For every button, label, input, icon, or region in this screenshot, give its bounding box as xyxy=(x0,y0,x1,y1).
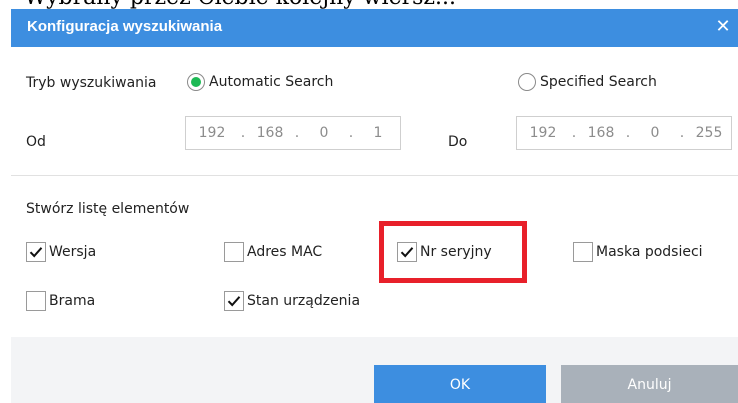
checkbox-nr-seryjny-label: Nr seryjny xyxy=(420,244,492,260)
radio-selected-dot xyxy=(191,77,201,87)
checkbox-icon xyxy=(573,242,593,262)
checkbox-icon xyxy=(224,291,244,311)
ip-octet-3: 0 xyxy=(319,125,329,141)
checkbox-wersja-label: Wersja xyxy=(49,244,97,260)
from-ip-field[interactable]: 192 . 168 . 0 . 1 xyxy=(185,116,401,150)
cropped-caption-strip: Wybrany przez Ciebie kolejny wiersz... xyxy=(0,0,738,9)
search-mode-label: Tryb wyszukiwania xyxy=(26,75,157,91)
ip-separator: . xyxy=(294,125,300,141)
dialog-titlebar: Konfiguracja wyszukiwania ✕ xyxy=(11,9,738,47)
radio-button-icon xyxy=(518,73,536,91)
ok-button[interactable]: OK xyxy=(374,365,546,403)
section-divider xyxy=(11,175,738,176)
checkbox-stan-urzadzenia-label: Stan urządzenia xyxy=(247,293,361,309)
checkbox-nr-seryjny[interactable]: Nr seryjny xyxy=(397,242,492,262)
checkbox-maska-podsieci[interactable]: Maska podsieci xyxy=(573,242,703,262)
radio-automatic-search[interactable]: Automatic Search xyxy=(187,73,333,91)
checkbox-stan-urzadzenia[interactable]: Stan urządzenia xyxy=(224,291,360,311)
checkbox-adres-mac[interactable]: Adres MAC xyxy=(224,242,322,262)
ip-octet-4: 255 xyxy=(695,125,723,141)
ip-octet-1: 192 xyxy=(529,125,557,141)
checkbox-adres-mac-label: Adres MAC xyxy=(247,244,323,260)
list-section-title: Stwórz listę elementów xyxy=(26,201,190,217)
dialog-title: Konfiguracja wyszukiwania xyxy=(27,18,223,35)
cancel-button[interactable]: Anuluj xyxy=(561,365,738,403)
cropped-caption-text: Wybrany przez Ciebie kolejny wiersz... xyxy=(24,0,456,9)
radio-specified-search-label: Specified Search xyxy=(540,74,657,90)
ip-octet-3: 0 xyxy=(650,125,660,141)
dialog-footer: OK Anuluj xyxy=(11,337,738,403)
radio-automatic-search-label: Automatic Search xyxy=(209,74,334,90)
checkbox-wersja[interactable]: Wersja xyxy=(26,242,96,262)
radio-specified-search[interactable]: Specified Search xyxy=(518,73,657,91)
ip-octet-4: 1 xyxy=(373,125,383,141)
checkbox-brama[interactable]: Brama xyxy=(26,291,95,311)
checkmark-icon xyxy=(400,247,414,258)
ip-separator: . xyxy=(625,125,631,141)
search-config-dialog: Konfiguracja wyszukiwania ✕ Tryb wyszuki… xyxy=(11,9,738,403)
ip-separator: . xyxy=(679,125,685,141)
to-label: Do xyxy=(448,134,468,150)
to-ip-field[interactable]: 192 . 168 . 0 . 255 xyxy=(516,116,732,150)
checkbox-icon xyxy=(26,291,46,311)
close-icon: ✕ xyxy=(715,16,731,37)
screen: Wybrany przez Ciebie kolejny wiersz... K… xyxy=(0,0,738,403)
checkbox-icon xyxy=(26,242,46,262)
checkmark-icon xyxy=(29,247,43,258)
from-label: Od xyxy=(26,134,46,150)
ip-separator: . xyxy=(240,125,246,141)
ip-octet-1: 192 xyxy=(198,125,226,141)
radio-button-icon xyxy=(187,73,205,91)
checkbox-icon xyxy=(397,242,417,262)
ip-separator: . xyxy=(571,125,577,141)
close-button[interactable]: ✕ xyxy=(708,9,738,47)
checkmark-icon xyxy=(227,296,241,307)
checkbox-brama-label: Brama xyxy=(49,293,96,309)
ip-octet-2: 168 xyxy=(587,125,615,141)
checkbox-maska-podsieci-label: Maska podsieci xyxy=(596,244,703,260)
checkbox-icon xyxy=(224,242,244,262)
ip-separator: . xyxy=(348,125,354,141)
ip-octet-2: 168 xyxy=(256,125,284,141)
